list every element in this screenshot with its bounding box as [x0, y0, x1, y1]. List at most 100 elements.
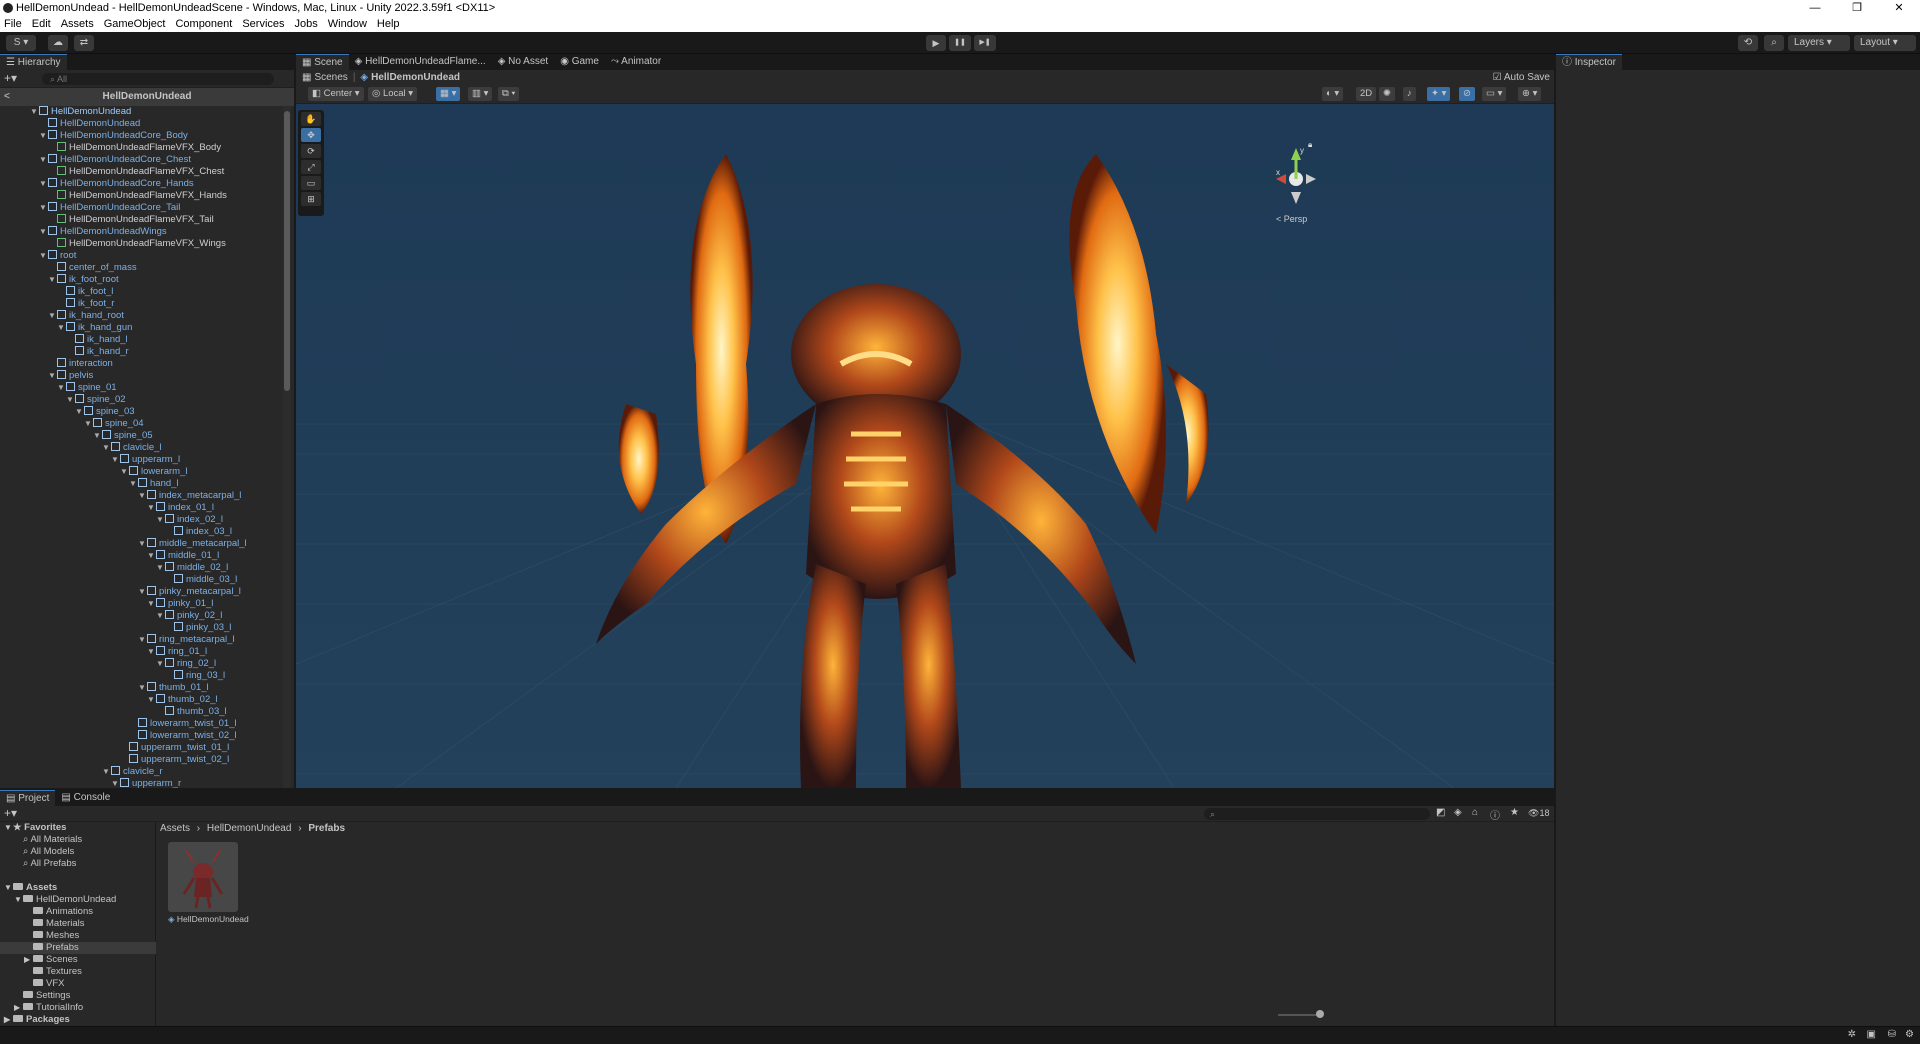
hierarchy-row[interactable]: ▼ pinky_metacarpal_l [138, 586, 241, 598]
hidden-objects-icon[interactable]: ⊘ [1459, 87, 1475, 101]
tab-no-asset[interactable]: ◈ No Asset [492, 54, 555, 70]
hierarchy-row[interactable]: ▼ ring_01_l [147, 646, 207, 658]
menu-gameobject[interactable]: GameObject [104, 18, 166, 30]
prefab-header[interactable]: < HellDemonUndead [0, 88, 294, 106]
breadcrumb-prefab[interactable]: HellDemonUndead [371, 72, 460, 83]
tab-game[interactable]: ◉ Game [554, 54, 605, 70]
scrollbar-thumb[interactable] [284, 111, 290, 391]
expand-arrow-icon[interactable]: ▼ [48, 274, 57, 286]
hierarchy-row[interactable]: ▼ root [39, 250, 76, 262]
project-tree-row[interactable]: Settings [0, 990, 70, 1002]
hierarchy-row[interactable]: pinky_03_l [165, 622, 231, 634]
hierarchy-row[interactable]: ▼ hand_l [129, 478, 179, 490]
scene-viewport[interactable]: x y 🔒︎ < Persp ✋ ✥ ⟳ ⤢ ▭ ⊞ [296, 104, 1554, 788]
expand-arrow-icon[interactable]: ▼ [48, 370, 57, 382]
increment-snap-icon[interactable]: ⧉ ▾ [498, 87, 520, 101]
transform-tool-icon[interactable]: ⊞ [301, 192, 321, 206]
collab-icon[interactable]: ⇄ [74, 35, 94, 51]
asset-item[interactable]: ◈ HellDemonUndead [168, 842, 249, 924]
expand-arrow-icon[interactable]: ▼ [147, 646, 156, 658]
project-tree-row[interactable]: VFX [0, 978, 64, 990]
hierarchy-row[interactable]: ▼ thumb_02_l [147, 694, 218, 706]
rect-tool-icon[interactable]: ▭ [301, 176, 321, 190]
expand-arrow-icon[interactable]: ▼ [75, 406, 84, 418]
menu-file[interactable]: File [4, 18, 22, 30]
grid-snap-icon[interactable]: ▦ ▾ [436, 87, 461, 101]
hierarchy-row[interactable]: ▼ pinky_01_l [147, 598, 213, 610]
expand-arrow-icon[interactable]: ▼ [39, 154, 48, 166]
back-arrow-icon[interactable]: < [4, 88, 10, 106]
expand-arrow-icon[interactable]: ▼ [111, 454, 120, 466]
camera-icon[interactable]: ▭ ▾ [1482, 87, 1507, 101]
hierarchy-row[interactable]: ▼ middle_01_l [147, 550, 219, 562]
expand-arrow-icon[interactable]: ▼ [39, 130, 48, 142]
project-tree-row[interactable]: Textures [0, 966, 82, 978]
shading-mode-icon[interactable]: ◐ ▾ [1322, 87, 1344, 101]
grid-icon[interactable]: ▥ ▾ [468, 87, 493, 101]
slider-handle[interactable] [1316, 1010, 1324, 1018]
hierarchy-row[interactable]: lowerarm_twist_01_l [129, 718, 237, 730]
expand-arrow-icon[interactable]: ▼ [102, 442, 111, 454]
expand-arrow-icon[interactable]: ▼ [4, 822, 13, 834]
expand-arrow-icon[interactable]: ▼ [57, 382, 66, 394]
info-icon[interactable]: ⓘ [1490, 807, 1500, 822]
history-icon[interactable]: ⟲ [1738, 35, 1758, 51]
project-tree-row[interactable]: ▼ HellDemonUndead [0, 894, 116, 906]
expand-arrow-icon[interactable]: ▼ [48, 310, 57, 322]
hierarchy-row[interactable]: thumb_03_l [156, 706, 227, 718]
hierarchy-row[interactable]: ik_foot_r [57, 298, 114, 310]
project-tree-row[interactable]: ⌕ All Models [0, 846, 74, 858]
hierarchy-row[interactable]: ▼ clavicle_r [102, 766, 163, 778]
persp-toggle[interactable]: < Persp [1276, 214, 1307, 224]
expand-arrow-icon[interactable]: ▼ [138, 586, 147, 598]
minimize-button[interactable]: — [1794, 0, 1836, 16]
expand-arrow-icon[interactable]: ▼ [156, 658, 165, 670]
hierarchy-row[interactable]: interaction [48, 358, 113, 370]
gizmos-icon[interactable]: ⊕ ▾ [1518, 87, 1542, 101]
expand-arrow-icon[interactable]: ▼ [147, 502, 156, 514]
expand-arrow-icon[interactable]: ▼ [111, 778, 120, 788]
scale-tool-icon[interactable]: ⤢ [301, 160, 321, 174]
menu-component[interactable]: Component [175, 18, 232, 30]
hierarchy-row[interactable]: ▼ spine_01 [57, 382, 117, 394]
expand-arrow-icon[interactable]: ▼ [30, 106, 39, 118]
hierarchy-row[interactable]: ▼ ring_02_l [156, 658, 216, 670]
close-button[interactable]: ✕ [1878, 0, 1920, 16]
tab-animator[interactable]: ⤳ Animator [605, 54, 667, 70]
hierarchy-row[interactable]: ik_hand_r [66, 346, 129, 358]
hierarchy-row[interactable]: ▼ middle_metacarpal_l [138, 538, 247, 550]
effects-icon[interactable]: ✦ ▾ [1427, 87, 1451, 101]
hierarchy-row[interactable]: HellDemonUndeadFlameVFX_Wings [48, 238, 226, 250]
project-tree-row[interactable]: ⌕ All Materials [0, 834, 82, 846]
hierarchy-row[interactable]: ▼ spine_03 [75, 406, 135, 418]
hierarchy-row[interactable]: ▼ spine_05 [93, 430, 153, 442]
hierarchy-row[interactable]: ▼ upperarm_r [111, 778, 181, 788]
hierarchy-row[interactable]: ▼ HellDemonUndeadCore_Chest [39, 154, 191, 166]
hierarchy-row[interactable]: ▼ pinky_02_l [156, 610, 222, 622]
search-icon[interactable]: ⌕ [1764, 35, 1784, 51]
expand-arrow-icon[interactable]: ▼ [138, 538, 147, 550]
breadcrumb-prefabs[interactable]: Prefabs [308, 823, 345, 834]
hierarchy-row[interactable]: ▼ pelvis [48, 370, 93, 382]
bug-icon[interactable]: ✲ [1848, 1029, 1856, 1040]
step-button[interactable]: ▶❚ [974, 35, 996, 51]
project-tree-row[interactable]: ⌕ All Prefabs [0, 858, 76, 870]
hierarchy-row[interactable]: ▼ upperarm_l [111, 454, 180, 466]
toggle-2d-button[interactable]: 2D [1356, 87, 1377, 101]
create-icon[interactable]: +▾ [4, 806, 17, 820]
menu-help[interactable]: Help [377, 18, 400, 30]
expand-arrow-icon[interactable]: ▶ [4, 1014, 13, 1026]
hierarchy-row[interactable]: ▼ HellDemonUndeadCore_Hands [39, 178, 194, 190]
expand-arrow-icon[interactable]: ▼ [138, 634, 147, 646]
pause-button[interactable]: ❚❚ [949, 35, 971, 51]
maximize-button[interactable]: ❐ [1836, 0, 1878, 16]
expand-arrow-icon[interactable]: ▼ [4, 882, 13, 894]
layout-dropdown[interactable]: Layout ▾ [1854, 35, 1916, 51]
play-button[interactable]: ▶ [926, 35, 946, 51]
settings-icon[interactable]: ⚙ [1905, 1029, 1914, 1040]
lighting-icon[interactable]: ✺ [1379, 87, 1395, 101]
expand-arrow-icon[interactable]: ▼ [39, 178, 48, 190]
expand-arrow-icon[interactable]: ▼ [156, 610, 165, 622]
hierarchy-row[interactable]: ik_hand_l [66, 334, 128, 346]
menu-edit[interactable]: Edit [32, 18, 51, 30]
